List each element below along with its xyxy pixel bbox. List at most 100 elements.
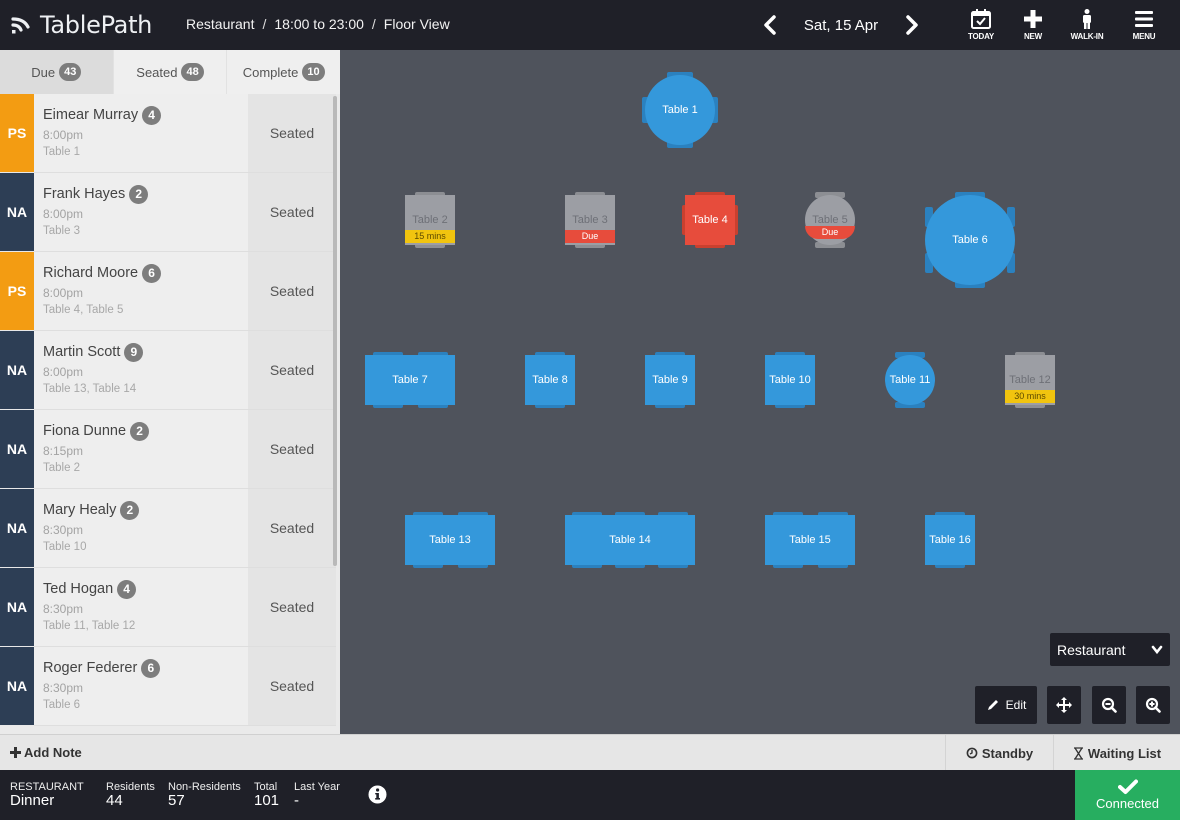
- total-stat: Total 101: [254, 781, 279, 808]
- booking-status-button[interactable]: Seated: [248, 410, 336, 488]
- floor-table[interactable]: Table 8: [525, 352, 575, 408]
- table-label: Table 15: [789, 534, 831, 546]
- stat-value: 101: [254, 792, 280, 809]
- calendar-check-icon: [971, 9, 991, 29]
- breadcrumb-time[interactable]: 18:00 to 23:00: [274, 16, 364, 32]
- floor-table[interactable]: Table 7: [365, 352, 455, 408]
- info-icon[interactable]: [368, 785, 387, 804]
- booking-status-button[interactable]: Seated: [248, 252, 336, 330]
- booking-source-badge: NA: [0, 410, 34, 489]
- booking-row[interactable]: NA Ted Hogan 4 8:30pm Table 11, Table 12…: [0, 568, 336, 647]
- booking-source-badge: NA: [0, 173, 34, 252]
- new-booking-button[interactable]: NEW: [1008, 8, 1058, 41]
- floor-table[interactable]: Table 4: [682, 192, 738, 248]
- booking-time: 8:00pm: [43, 207, 84, 221]
- table-label: Table 9: [652, 374, 688, 386]
- tab-complete[interactable]: Complete 10: [226, 50, 340, 94]
- booking-row[interactable]: NA Mary Healy 2 8:30pm Table 10 Seated: [0, 489, 336, 568]
- booking-source-badge: NA: [0, 489, 34, 568]
- guest-name-line: Ted Hogan 4: [43, 579, 248, 599]
- area-select-value: Restaurant: [1057, 641, 1126, 658]
- booking-tables: Table 1: [43, 146, 81, 158]
- floor-table[interactable]: Table 13: [405, 512, 495, 568]
- standby-button[interactable]: Standby: [945, 735, 1053, 771]
- move-button[interactable]: [1047, 686, 1081, 724]
- edit-floor-button[interactable]: Edit: [975, 686, 1037, 724]
- add-note-label: Add Note: [24, 745, 82, 760]
- floor-table[interactable]: Table 16: [925, 512, 975, 568]
- plus-icon: [10, 747, 21, 758]
- floor-table[interactable]: Table 10: [765, 352, 815, 408]
- guest-name-line: Eimear Murray 4: [43, 105, 248, 125]
- table-label: Table 4: [692, 214, 728, 226]
- booking-list-scrollbar[interactable]: [333, 96, 337, 566]
- next-day-button[interactable]: [902, 10, 922, 40]
- walk-in-button[interactable]: WALK-IN: [1062, 8, 1112, 41]
- floor-table[interactable]: Table 1: [642, 72, 718, 148]
- booking-status-button[interactable]: Seated: [248, 94, 336, 172]
- breadcrumb-separator: /: [262, 16, 267, 32]
- floor-table[interactable]: Table 6: [925, 192, 1015, 288]
- count-badge: 43: [59, 63, 82, 81]
- current-date[interactable]: Sat, 15 Apr: [780, 17, 902, 34]
- menu-label: MENU: [1132, 32, 1156, 41]
- logo[interactable]: TablePath: [10, 9, 152, 41]
- tab-seated[interactable]: Seated 48: [112, 50, 227, 94]
- today-button[interactable]: TODAY: [956, 8, 1006, 41]
- booking-row[interactable]: NA Fiona Dunne 2 8:15pm Table 2 Seated: [0, 410, 336, 489]
- tab-label: Due: [31, 64, 56, 80]
- booking-row[interactable]: PS Richard Moore 6 8:00pm Table 4, Table…: [0, 252, 336, 331]
- covers-badge: 4: [117, 579, 137, 599]
- booking-source-badge: NA: [0, 647, 34, 726]
- booking-row[interactable]: NA Frank Hayes 2 8:00pm Table 3 Seated: [0, 173, 336, 252]
- top-bar: TablePath Restaurant / 18:00 to 23:00 / …: [0, 0, 1180, 50]
- floor-table[interactable]: Table 2 15 mins: [405, 192, 455, 248]
- floor-table[interactable]: Table 14: [565, 512, 695, 568]
- booking-status-button[interactable]: Seated: [248, 173, 336, 251]
- floor-table[interactable]: Table 11: [885, 352, 935, 408]
- floor-table[interactable]: Table 5 Due: [805, 192, 855, 248]
- breadcrumb-venue[interactable]: Restaurant: [186, 16, 254, 32]
- guest-name: Fiona Dunne: [43, 423, 127, 439]
- breadcrumb-view: Floor View: [383, 16, 450, 32]
- stat-value: -: [294, 792, 299, 809]
- floor-table[interactable]: Table 15: [765, 512, 855, 568]
- booking-status-button[interactable]: Seated: [248, 331, 336, 409]
- floor-table[interactable]: Table 3 Due: [565, 192, 615, 248]
- floor-table[interactable]: Table 12 30 mins: [1005, 352, 1055, 408]
- booking-row[interactable]: PS Eimear Murray 4 8:00pm Table 1 Seated: [0, 94, 336, 173]
- previous-day-button[interactable]: [760, 10, 780, 40]
- table-label: Table 3: [572, 214, 608, 226]
- booking-tables: Table 11, Table 12: [43, 620, 136, 632]
- new-label: NEW: [1023, 32, 1043, 41]
- booking-tables: Table 4, Table 5: [43, 304, 124, 316]
- booking-status-button[interactable]: Seated: [248, 489, 336, 567]
- due-tag: Due: [565, 230, 615, 243]
- person-icon: [1083, 9, 1091, 29]
- menu-button[interactable]: MENU: [1119, 8, 1169, 41]
- booking-row[interactable]: NA Roger Federer 6 8:30pm Table 6 Seated: [0, 647, 336, 726]
- connection-status-button[interactable]: Connected: [1075, 770, 1180, 820]
- booking-source-badge: PS: [0, 94, 34, 173]
- booking-info: Richard Moore 6 8:00pm Table 4, Table 5: [34, 252, 248, 330]
- area-select[interactable]: Restaurant: [1050, 633, 1170, 666]
- last-year-stat: Last Year -: [294, 781, 340, 808]
- guest-name: Roger Federer: [43, 660, 138, 676]
- booking-source-badge: NA: [0, 331, 34, 410]
- tab-due[interactable]: Due 43: [0, 50, 113, 94]
- add-note-button[interactable]: Add Note: [10, 745, 82, 760]
- tab-label: Seated: [136, 64, 178, 80]
- app-root: TablePath Restaurant / 18:00 to 23:00 / …: [0, 0, 1180, 820]
- booking-status-button[interactable]: Seated: [248, 568, 336, 646]
- clock-icon: [966, 747, 978, 759]
- booking-status-button[interactable]: Seated: [248, 647, 336, 725]
- waiting-list-button[interactable]: Waiting List: [1053, 735, 1180, 771]
- booking-info: Eimear Murray 4 8:00pm Table 1: [34, 94, 248, 172]
- table-label: Table 10: [769, 374, 811, 386]
- zoom-in-button[interactable]: [1136, 686, 1170, 724]
- booking-row[interactable]: NA Martin Scott 9 8:00pm Table 13, Table…: [0, 331, 336, 410]
- booking-info: Fiona Dunne 2 8:15pm Table 2: [34, 410, 248, 488]
- table-label: Table 7: [392, 374, 428, 386]
- floor-table[interactable]: Table 9: [645, 352, 695, 408]
- zoom-out-button[interactable]: [1092, 686, 1126, 724]
